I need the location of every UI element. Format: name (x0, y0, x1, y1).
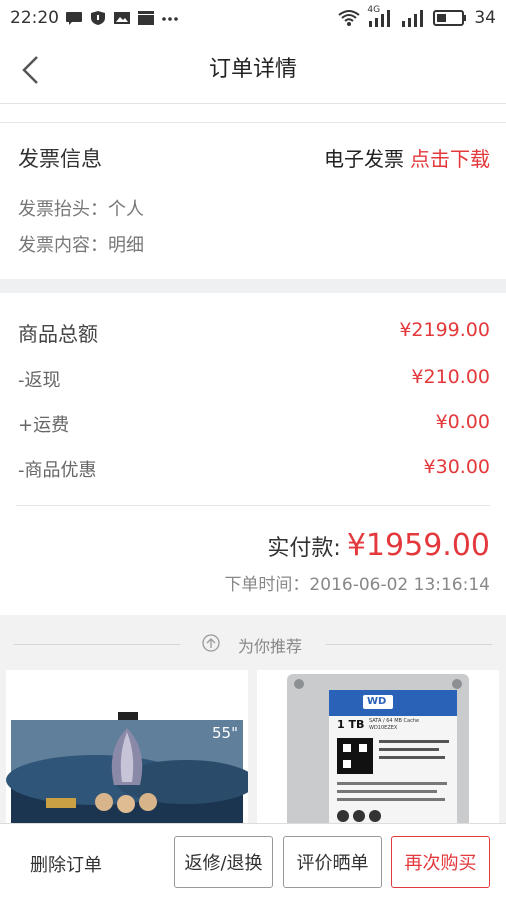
invoice-type: 电子发票 点击下载 (324, 143, 490, 172)
amount-label-discount: -商品优惠 (18, 460, 97, 481)
divider (0, 122, 506, 123)
more-icon (162, 17, 178, 21)
divider (16, 505, 490, 506)
recommend-item-hard-drive[interactable]: WD 1 TB SATA / 64 MB Cache WD10EZEX (257, 670, 499, 830)
paid-label: 实付款: (267, 536, 341, 561)
section-separator (0, 279, 506, 293)
amount-label-cashback: -返现 (18, 370, 61, 391)
battery-icon (433, 10, 467, 26)
nav-bar: 订单详情 (0, 36, 506, 104)
buy-again-button[interactable]: 再次购买 (391, 836, 490, 888)
repair-return-button[interactable]: 返修/退换 (174, 836, 273, 888)
hard-drive-model: WD10EZEX (369, 725, 398, 731)
recommend-item-tv[interactable]: 55" (6, 670, 248, 830)
divider (326, 644, 492, 645)
image-icon (114, 12, 130, 24)
amount-value-total: ¥2199.00 (399, 319, 490, 341)
amount-label-shipping: +运费 (18, 415, 70, 436)
recommend-header: 为你推荐 (0, 630, 506, 658)
invoice-content: 发票内容：明细 (18, 235, 144, 256)
shield-icon (91, 11, 105, 25)
divider (14, 644, 180, 645)
recommend-title: 为你推荐 (238, 637, 303, 656)
order-time: 下单时间：2016-06-02 13:16:14 (224, 575, 490, 595)
tv-size-badge: 55" (212, 724, 238, 742)
clapper-icon (138, 11, 154, 25)
status-time: 22:20 (10, 8, 59, 28)
paid-value: ¥1959.00 (346, 528, 490, 563)
invoice-type-label: 电子发票 (324, 147, 404, 171)
review-button[interactable]: 评价晒单 (283, 836, 382, 888)
invoice-header: 发票抬头：个人 (18, 199, 144, 220)
wifi-icon (338, 10, 360, 26)
amount-value-cashback: ¥210.00 (411, 366, 490, 388)
hard-drive-product-image (257, 670, 499, 830)
arrow-up-circle-icon (202, 634, 220, 652)
delete-order-button[interactable]: 删除订单 (30, 851, 102, 877)
battery-level: 34 (474, 8, 496, 28)
tv-product-image (6, 670, 248, 830)
message-icon (66, 12, 82, 25)
paid-amount: 实付款: ¥1959.00 (267, 528, 490, 563)
amount-value-shipping: ¥0.00 (435, 411, 490, 433)
signal-icon-2 (402, 10, 424, 27)
amount-label-total: 商品总额 (18, 322, 98, 346)
invoice-download-link[interactable]: 点击下载 (410, 147, 490, 171)
invoice-title: 发票信息 (18, 147, 102, 171)
bottom-action-bar: 删除订单 返修/退换 评价晒单 再次购买 (0, 823, 506, 900)
page-title: 订单详情 (208, 57, 297, 82)
hard-drive-spec: SATA / 64 MB Cache (369, 718, 420, 724)
hard-drive-brand: WD (367, 696, 387, 707)
network-type: 4G (367, 5, 381, 15)
status-bar: 22:20 4G 34 (0, 0, 506, 36)
hard-drive-capacity: 1 TB (337, 718, 365, 731)
amount-value-discount: ¥30.00 (423, 456, 490, 478)
